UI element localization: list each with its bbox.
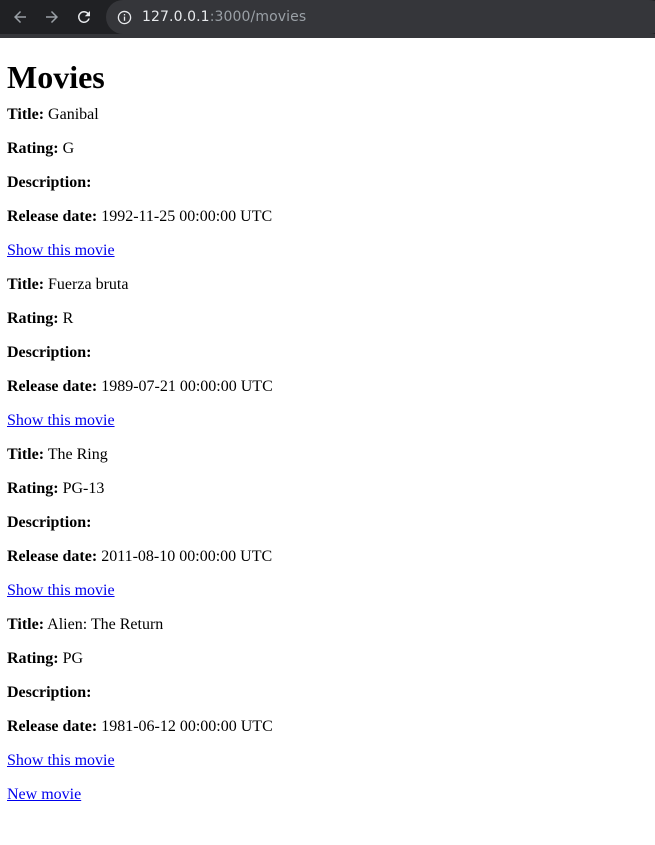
browser-toolbar: 127.0.0.1:3000/movies <box>0 0 655 38</box>
show-movie-link[interactable]: Show this movie <box>7 412 648 430</box>
movie-description-field: Description: <box>7 514 648 532</box>
movie-rating: R <box>62 310 74 327</box>
movie-rating-field: Rating: G <box>7 140 648 158</box>
movie-rating: G <box>62 140 75 157</box>
movie-description-field: Description: <box>7 344 648 362</box>
info-icon[interactable] <box>116 9 132 25</box>
movie-title: Fuerza bruta <box>48 276 129 293</box>
url-host: 127.0.0.1 <box>142 9 210 25</box>
movie-rating-field: Rating: R <box>7 310 648 328</box>
url-text: 127.0.0.1:3000/movies <box>142 9 306 25</box>
release-date-label: Release date: <box>7 208 98 225</box>
movie-rating-field: Rating: PG <box>7 650 648 668</box>
movie-release-date-field: Release date: 2011-08-10 00:00:00 UTC <box>7 548 648 566</box>
movie-title: Ganibal <box>48 106 99 123</box>
new-movie-link[interactable]: New movie <box>7 786 648 804</box>
movie-title-field: Title: Fuerza bruta <box>7 276 648 294</box>
title-label: Title: <box>7 106 45 123</box>
release-date-label: Release date: <box>7 718 98 735</box>
movie-release-date-field: Release date: 1981-06-12 00:00:00 UTC <box>7 718 648 736</box>
movie-rating: PG-13 <box>62 480 105 497</box>
movie-title-field: Title: The Ring <box>7 446 648 464</box>
show-movie-link[interactable]: Show this movie <box>7 242 648 260</box>
movie-release-date: 2011-08-10 00:00:00 UTC <box>101 548 273 565</box>
movie-release-date: 1992-11-25 00:00:00 UTC <box>101 208 273 225</box>
movie-item: Title: Alien: The Return Rating: PG Desc… <box>7 616 648 770</box>
movie-description-field: Description: <box>7 174 648 192</box>
movie-item: Title: The Ring Rating: PG-13 Descriptio… <box>7 446 648 600</box>
release-date-label: Release date: <box>7 548 98 565</box>
movie-title-field: Title: Ganibal <box>7 106 648 124</box>
rating-label: Rating: <box>7 650 59 667</box>
description-label: Description: <box>7 344 92 361</box>
title-label: Title: <box>7 446 45 463</box>
movie-title: The Ring <box>47 446 108 463</box>
movie-item: Title: Ganibal Rating: G Description: Re… <box>7 106 648 260</box>
arrow-right-icon <box>46 11 58 23</box>
movie-title: Alien: The Return <box>47 616 164 633</box>
movie-description-field: Description: <box>7 684 648 702</box>
movie-item: Title: Fuerza bruta Rating: R Descriptio… <box>7 276 648 430</box>
page-title: Movies <box>7 59 105 95</box>
arrow-left-icon <box>14 11 26 23</box>
description-label: Description: <box>7 514 92 531</box>
show-movie-link[interactable]: Show this movie <box>7 752 648 770</box>
page-content: Movies Title: Ganibal Rating: G Descript… <box>0 59 655 804</box>
movie-rating: PG <box>62 650 84 667</box>
reload-button[interactable] <box>68 0 100 34</box>
movie-title-field: Title: Alien: The Return <box>7 616 648 634</box>
movie-release-date: 1989-07-21 00:00:00 UTC <box>101 378 273 395</box>
rating-label: Rating: <box>7 480 59 497</box>
title-label: Title: <box>7 276 45 293</box>
movie-release-date-field: Release date: 1989-07-21 00:00:00 UTC <box>7 378 648 396</box>
release-date-label: Release date: <box>7 378 98 395</box>
rating-label: Rating: <box>7 140 59 157</box>
movie-release-date-field: Release date: 1992-11-25 00:00:00 UTC <box>7 208 648 226</box>
title-label: Title: <box>7 616 45 633</box>
show-movie-link[interactable]: Show this movie <box>7 582 648 600</box>
movie-release-date: 1981-06-12 00:00:00 UTC <box>101 718 273 735</box>
movie-rating-field: Rating: PG-13 <box>7 480 648 498</box>
url-path: :3000/movies <box>209 9 307 25</box>
description-label: Description: <box>7 684 92 701</box>
reload-icon <box>77 10 90 23</box>
movie-list: Title: Ganibal Rating: G Description: Re… <box>7 106 648 770</box>
description-label: Description: <box>7 174 92 191</box>
address-bar[interactable]: 127.0.0.1:3000/movies <box>106 0 655 34</box>
rating-label: Rating: <box>7 310 59 327</box>
forward-button[interactable] <box>36 0 68 34</box>
back-button[interactable] <box>4 0 36 34</box>
